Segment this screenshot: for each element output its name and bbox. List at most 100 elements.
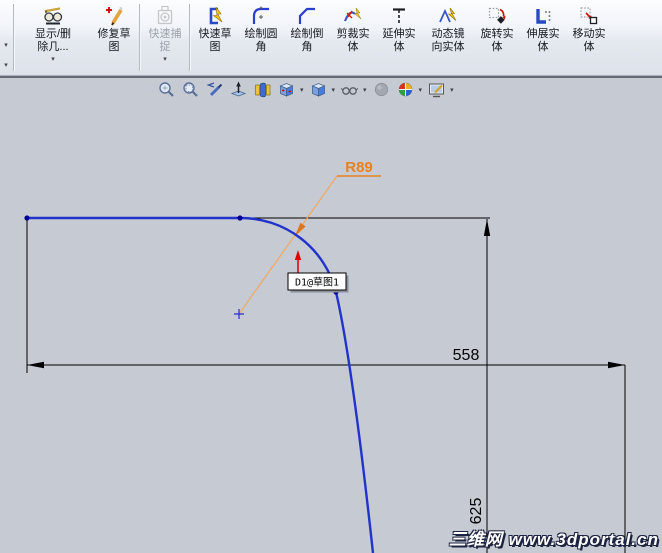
section-view-icon [255, 82, 271, 98]
previous-view-button[interactable] [204, 79, 225, 100]
arc-center-point[interactable] [234, 309, 244, 319]
zoom-to-fit-button[interactable] [156, 79, 177, 100]
chevron-down-icon[interactable]: ▾ [332, 86, 336, 94]
apply-scene-button[interactable] [426, 79, 447, 100]
rapid-sketch-icon [204, 4, 226, 28]
button-label-line: 绘制圆 [244, 28, 278, 40]
toolbar-separator [13, 4, 15, 71]
trim-entities-button[interactable]: 剪裁实 体 [330, 0, 376, 75]
eyeglasses-icon [340, 87, 359, 95]
chevron-down-icon[interactable]: ▾ [419, 86, 423, 94]
button-label-line: 绘制倒 [290, 28, 324, 40]
toolbar-separator [189, 4, 191, 71]
stretch-entities-button[interactable]: 伸展实 体 [520, 0, 566, 75]
zoom-to-fit-icon [159, 82, 174, 97]
edit-appearance-button[interactable] [395, 79, 416, 100]
view-orientation-icon [279, 83, 294, 97]
button-label-line: 延伸实 [382, 28, 416, 40]
toolbar-separator [139, 4, 141, 71]
toolbar-overflow-button[interactable]: ▾ ▾ [0, 0, 12, 75]
button-label-line: 角 [255, 41, 267, 53]
dimension-height-value[interactable]: 625 [468, 498, 485, 525]
trim-entities-icon [342, 4, 364, 28]
repair-sketch-button[interactable]: 修复草 图 [90, 0, 138, 75]
stretch-entities-icon [532, 4, 554, 28]
sketch-fillet-button[interactable]: 绘制圆 角 [238, 0, 284, 75]
display-style-button[interactable] [308, 79, 329, 100]
button-label-line: 旋转实 [480, 28, 514, 40]
display-delete-relations-button[interactable]: 显示/删 除几... ▾ [16, 0, 90, 75]
chevron-down-icon[interactable]: ▾ [163, 55, 167, 64]
display-delete-relations-icon [42, 4, 64, 28]
view-orientation-button[interactable] [276, 79, 297, 100]
button-label-line: 移动实 [572, 28, 606, 40]
chevron-down-icon[interactable]: ▾ [363, 86, 367, 94]
button-label-line: 动态镜 [431, 28, 465, 40]
dynamic-mirror-button[interactable]: 动态镜 向实体 [422, 0, 474, 75]
move-entities-icon [578, 4, 600, 28]
button-label-line: 显示/删 [34, 28, 72, 40]
repair-sketch-icon [103, 4, 125, 28]
dimension-radius-value[interactable]: R89 [345, 159, 373, 176]
button-label-line: 图 [209, 41, 221, 53]
button-label-line: 剪裁实 [336, 28, 370, 40]
watermark-text: 三维网 www.3dportal.cn [448, 530, 659, 549]
dynamic-mirror-icon [437, 4, 459, 28]
chevron-down-icon[interactable]: ▾ [51, 55, 55, 64]
button-label-line: 除几... [37, 41, 69, 53]
button-label-line: 向实体 [431, 41, 465, 53]
chevron-down-icon[interactable]: ▾ [450, 86, 454, 94]
chevron-down-icon: ▾ [4, 42, 8, 49]
sketch-canvas: 558 625 R89 D1@草图1 [24, 159, 626, 553]
display-style-icon [310, 83, 326, 97]
sketch-chamfer-icon [296, 4, 318, 28]
button-label-line: 体 [393, 41, 405, 53]
normal-to-button[interactable] [228, 79, 249, 100]
arrowhead-up-icon [483, 219, 491, 236]
zoom-to-area-icon [183, 82, 198, 97]
sketch-chamfer-button[interactable]: 绘制倒 角 [284, 0, 330, 75]
extend-entities-icon [388, 4, 410, 28]
chevron-down-icon: ▾ [4, 62, 8, 69]
button-label-line: 角 [301, 41, 313, 53]
arrowhead-right-icon [608, 361, 625, 369]
move-entities-button[interactable]: 移动实 体 [566, 0, 612, 75]
quick-snaps-button[interactable]: 快速捕 捉 ▾ [142, 0, 188, 75]
rotate-entities-icon [486, 4, 508, 28]
shadows-toggle-button[interactable] [371, 79, 392, 100]
button-label-line: 捉 [159, 41, 171, 53]
hide-show-items-button[interactable] [339, 79, 360, 100]
button-label-line: 体 [491, 41, 503, 53]
normal-to-icon [230, 81, 247, 97]
rotate-entities-button[interactable]: 旋转实 体 [474, 0, 520, 75]
button-label-line: 快速草 [198, 28, 232, 40]
solidworks-window: ▾ ▾ 显示/删 除几... ▾ 修复草 图 快速捕 捉 ▾ 快速草 图 绘制圆… [0, 0, 662, 553]
button-label-line: 快速捕 [148, 28, 182, 40]
apply-scene-icon [429, 83, 445, 98]
graphics-area[interactable]: 558 625 R89 D1@草图1 三维网 www.3dportal.cn [0, 78, 662, 553]
radius-leader-line[interactable] [238, 175, 338, 315]
extend-entities-button[interactable]: 延伸实 体 [376, 0, 422, 75]
button-label-line: 体 [537, 41, 549, 53]
appearance-sphere-icon [398, 82, 412, 97]
button-label-line: 图 [108, 41, 120, 53]
section-view-button[interactable] [252, 79, 273, 100]
heads-up-view-toolbar: ▾ ▾ ▾ ▾ ▾ [156, 79, 455, 100]
zoom-to-area-button[interactable] [180, 79, 201, 100]
rapid-sketch-button[interactable]: 快速草 图 [192, 0, 238, 75]
dimension-tooltip-text: D1@草图1 [295, 277, 339, 289]
button-label-line: 体 [347, 41, 359, 53]
previous-view-icon [206, 82, 223, 97]
sketch-endpoint[interactable] [24, 215, 30, 221]
button-label-line: 修复草 [97, 28, 131, 40]
arrowhead-left-icon [27, 361, 44, 369]
quick-snaps-icon [154, 4, 176, 28]
sketch-fillet-icon [250, 4, 272, 28]
chevron-down-icon[interactable]: ▾ [300, 86, 304, 94]
dimension-width-value[interactable]: 558 [453, 347, 480, 364]
button-label-line: 体 [583, 41, 595, 53]
sketch-profile-curve[interactable] [27, 216, 375, 553]
sketch-endpoint[interactable] [237, 215, 243, 221]
selection-arrowhead-icon [294, 250, 302, 260]
shadow-sphere-icon [374, 82, 388, 97]
